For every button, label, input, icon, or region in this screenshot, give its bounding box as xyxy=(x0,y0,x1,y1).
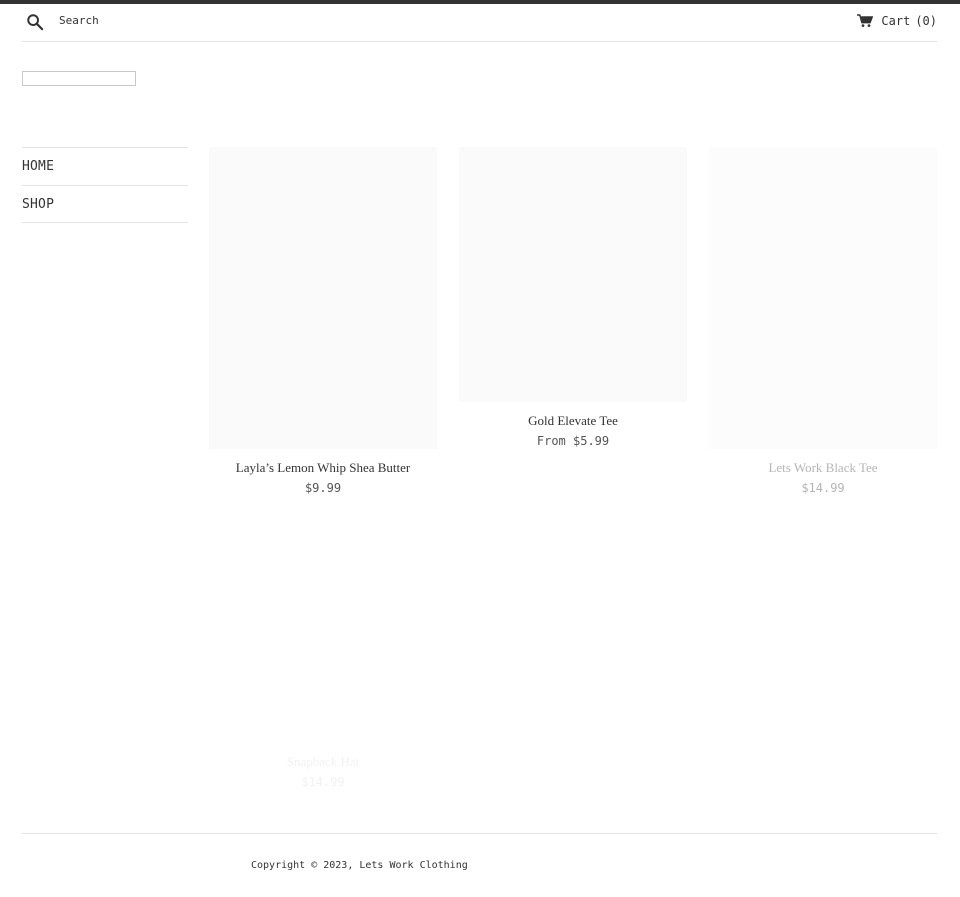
product-price: $14.99 xyxy=(801,481,845,495)
product-title[interactable]: Snapback Hat xyxy=(209,754,437,770)
product-title[interactable]: Gold Elevate Tee xyxy=(459,413,687,429)
product-card[interactable]: Lets Work Black Tee $14.99 xyxy=(709,147,937,495)
cart-icon xyxy=(857,14,874,27)
product-title[interactable]: Lets Work Black Tee xyxy=(709,460,937,476)
product-card[interactable]: Layla’s Lemon Whip Shea Butter $9.99 xyxy=(209,147,437,495)
product-card[interactable]: Snapback Hat $14.99 xyxy=(209,537,437,789)
site-header: Search Cart (0) xyxy=(22,4,937,42)
product-price: $14.99 xyxy=(301,775,345,789)
product-image[interactable] xyxy=(459,147,687,402)
sidebar-item-home[interactable]: HOME xyxy=(22,147,188,185)
product-card[interactable]: Gold Elevate Tee From $5.99 xyxy=(459,147,687,448)
product-image[interactable] xyxy=(709,147,937,449)
footer-copyright: Copyright © 2023, Lets Work Clothing xyxy=(251,860,468,871)
sidebar-nav: HOME SHOP xyxy=(22,147,188,223)
search-icon[interactable] xyxy=(26,13,44,31)
product-price: From $5.99 xyxy=(536,434,610,448)
product-title[interactable]: Layla’s Lemon Whip Shea Butter xyxy=(209,460,437,476)
site-logo[interactable] xyxy=(22,71,136,86)
product-image[interactable] xyxy=(209,147,437,449)
search-input[interactable]: Search xyxy=(59,14,99,27)
product-price: $9.99 xyxy=(304,481,342,495)
cart-label: Cart xyxy=(881,14,911,28)
cart-link[interactable]: Cart (0) xyxy=(857,14,937,28)
sidebar-item-shop[interactable]: SHOP xyxy=(22,185,188,223)
footer-divider xyxy=(22,833,937,834)
cart-count: (0) xyxy=(915,14,937,28)
product-image[interactable] xyxy=(209,537,437,743)
